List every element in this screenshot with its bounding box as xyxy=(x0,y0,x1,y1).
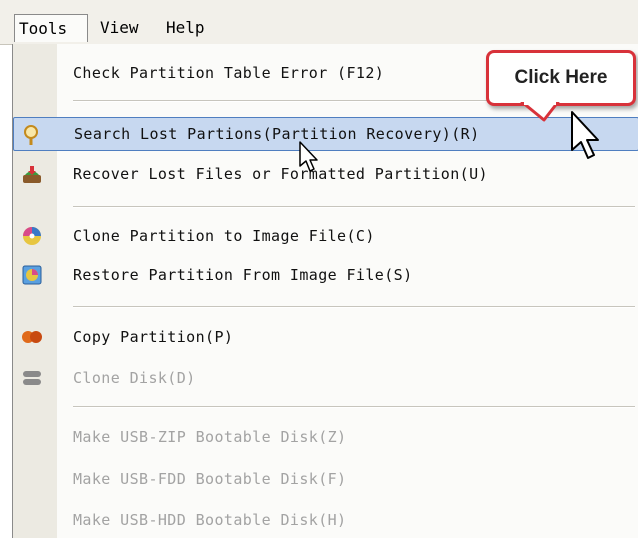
menu-item-label: Restore Partition From Image File(S) xyxy=(73,266,413,284)
menu-item-label: Recover Lost Files or Formatted Partitio… xyxy=(73,165,488,183)
menu-item-label: Make USB-HDD Bootable Disk(H) xyxy=(73,511,347,529)
menu-item-label: Copy Partition(P) xyxy=(73,328,234,346)
menu-item-clone-partition-to-image[interactable]: Clone Partition to Image File(C) xyxy=(13,219,638,253)
menu-help[interactable]: Help xyxy=(162,14,222,42)
menu-bar: Tools View Help xyxy=(0,0,638,45)
menu-item-search-lost-partitions[interactable]: Search Lost Partions(Partition Recovery)… xyxy=(13,117,638,151)
menu-item-label: Make USB-ZIP Bootable Disk(Z) xyxy=(73,428,347,446)
magnifier-icon xyxy=(24,125,38,145)
callout-tail xyxy=(520,102,560,122)
menu-item-label: Make USB-FDD Bootable Disk(F) xyxy=(73,470,347,488)
restore-partition-icon xyxy=(22,265,42,285)
menu-item-label: Check Partition Table Error (F12) xyxy=(73,64,385,82)
menu-view[interactable]: View xyxy=(96,14,156,42)
menu-item-make-usb-hdd[interactable]: Make USB-HDD Bootable Disk(H) xyxy=(13,503,638,537)
pointer-cursor-icon xyxy=(571,111,599,159)
menu-item-label: Clone Partition to Image File(C) xyxy=(73,227,375,245)
menu-tools[interactable]: Tools xyxy=(14,14,88,42)
copy-partition-icon xyxy=(22,331,42,343)
recover-files-icon xyxy=(23,166,41,183)
menu-item-copy-partition[interactable]: Copy Partition(P) xyxy=(13,320,638,354)
callout-text: Click Here xyxy=(514,67,608,88)
menu-item-make-usb-fdd[interactable]: Make USB-FDD Bootable Disk(F) xyxy=(13,462,638,496)
clone-partition-icon xyxy=(23,227,41,245)
menu-item-make-usb-zip[interactable]: Make USB-ZIP Bootable Disk(Z) xyxy=(13,420,638,454)
menu-separator xyxy=(73,306,635,308)
menu-separator xyxy=(73,406,635,408)
clone-disk-icon xyxy=(23,371,41,385)
menu-item-label: Search Lost Partions(Partition Recovery)… xyxy=(74,125,480,143)
menu-item-recover-lost-files[interactable]: Recover Lost Files or Formatted Partitio… xyxy=(13,157,638,191)
menu-item-restore-partition-from-image[interactable]: Restore Partition From Image File(S) xyxy=(13,258,638,292)
menu-separator xyxy=(73,206,635,208)
menu-item-clone-disk[interactable]: Clone Disk(D) xyxy=(13,361,638,395)
click-here-callout: Click Here xyxy=(486,50,636,106)
menu-item-label: Clone Disk(D) xyxy=(73,369,196,387)
small-pointer-cursor-icon xyxy=(299,141,318,172)
